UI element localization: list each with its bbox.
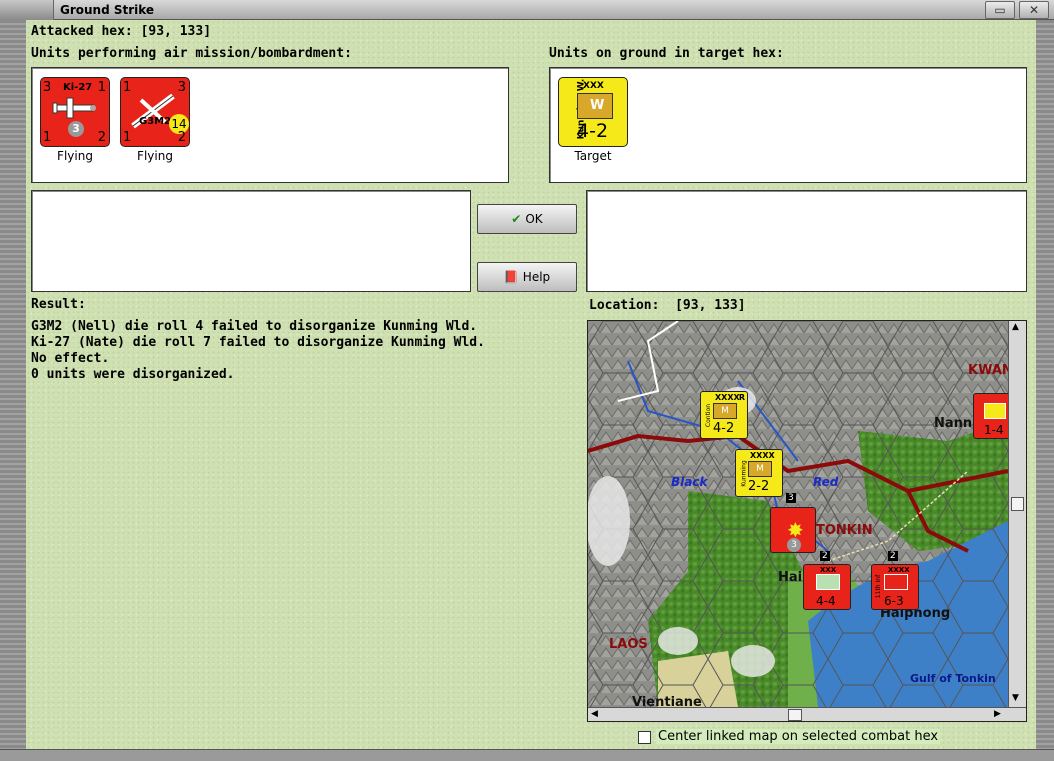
defender-details-box xyxy=(586,190,1027,292)
counter-strength: 4-2 xyxy=(577,120,609,142)
ok-label: OK xyxy=(525,212,543,226)
map-label-black-river: Black xyxy=(671,475,708,489)
ground-unit-counter-kunming[interactable]: Kunming W. XXX W 4-2 xyxy=(558,77,628,147)
counter-unit-name: G3M2 xyxy=(139,116,172,127)
close-icon: ✕ xyxy=(1028,3,1040,17)
minimize-icon: ▭ xyxy=(994,3,1006,17)
scroll-down-icon: ▼ xyxy=(1012,693,1019,703)
vertical-scroll-thumb[interactable] xyxy=(1011,497,1024,511)
map-label-laos: LAOS xyxy=(609,637,648,652)
center-map-checkbox-label[interactable]: Center linked map on selected combat hex xyxy=(656,729,941,744)
minimize-button[interactable]: ▭ xyxy=(985,1,1015,19)
stack-count-badge: 2 xyxy=(888,551,898,561)
stack-count-badge: 2 xyxy=(820,551,830,561)
map-counter-name: 11th Inf xyxy=(875,574,883,599)
counter-top-right-value: 1 xyxy=(97,80,106,95)
map-counter-yellow[interactable]: XXXX R Contion M 4-2 xyxy=(700,391,748,439)
counter-bottom-left-value: 1 xyxy=(123,130,132,145)
map-counter-red[interactable]: 1-4 xyxy=(973,393,1013,439)
attacker-details-box xyxy=(31,190,471,292)
scroll-right-icon: ▶ xyxy=(994,709,1001,719)
result-line: Ki-27 (Nate) die roll 7 failed to disorg… xyxy=(31,335,485,350)
scroll-up-icon: ▲ xyxy=(1012,322,1019,332)
air-units-label: Units performing air mission/bombardment… xyxy=(31,46,352,61)
checkmark-icon: ✔ xyxy=(511,212,522,226)
window-frame-left xyxy=(0,20,26,761)
location-value: [93, 133] xyxy=(675,298,746,313)
window-frame-bottom xyxy=(0,749,1054,761)
counter-unit-size: XXX xyxy=(583,81,604,91)
counter-bottom-right-value: 2 xyxy=(97,130,106,145)
map-label-gulf-of-tonkin: Gulf of Tonkin xyxy=(910,672,996,685)
map-counter-name: Contion xyxy=(705,403,713,428)
ok-button[interactable]: ✔ OK xyxy=(477,204,577,234)
unit-symbol-icon: M xyxy=(713,403,737,419)
map-counter-strength: 4-4 xyxy=(816,594,836,608)
map-counter-red[interactable]: XXXX 11th Inf 6-3 xyxy=(871,564,919,610)
map-counter-size: XXXX xyxy=(750,451,775,460)
ground-strike-panel: Attacked hex: [93, 133] Units performing… xyxy=(26,20,1036,749)
map-counter-strength: 4-2 xyxy=(713,421,735,436)
map-horizontal-scrollbar[interactable]: ◀ ▶ xyxy=(588,707,1026,721)
linked-map[interactable]: KWAN Nann Black Red TONKIN Hai Haiphong … xyxy=(587,320,1027,722)
map-label-kwan: KWAN xyxy=(968,363,1013,378)
help-button[interactable]: 📕 Help xyxy=(477,262,577,292)
result-label: Result: xyxy=(31,297,86,312)
center-map-checkbox[interactable] xyxy=(638,731,651,744)
fighter-plane-icon xyxy=(52,97,96,119)
map-label-tonkin: TONKIN xyxy=(816,523,873,538)
map-counter-strength: 6-3 xyxy=(884,594,904,608)
step-badge: 3 xyxy=(787,538,801,552)
window-frame-right xyxy=(1036,20,1054,761)
air-unit-status: Flying xyxy=(57,149,93,163)
map-label-red-river: Red xyxy=(813,475,839,489)
unit-type: W xyxy=(590,98,605,113)
air-unit-counter-ki27[interactable]: 3 1 Ki-27 3 1 2 xyxy=(40,77,110,147)
title-bar[interactable]: Ground Strike ▭ ✕ xyxy=(0,0,1054,20)
location-label: Location: [93, 133] xyxy=(589,298,746,313)
counter-unit-name: Ki-27 xyxy=(63,82,93,93)
map-vertical-scrollbar[interactable]: ▲ ▼ xyxy=(1008,321,1026,707)
map-counter-corner: R xyxy=(738,393,745,402)
window-title: Ground Strike xyxy=(60,3,155,17)
map-counter-size: XXXX xyxy=(715,393,740,402)
step-badge: 3 xyxy=(68,121,84,137)
map-counter-size: XXXX xyxy=(888,566,910,574)
unit-symbol-icon xyxy=(816,574,840,590)
map-counter-air-unit[interactable]: ✸ 3 xyxy=(770,507,816,553)
help-label: Help xyxy=(522,270,551,284)
horizontal-scroll-thumb[interactable] xyxy=(788,709,802,721)
ground-units-label: Units on ground in target hex: xyxy=(549,46,784,61)
map-counter-size: XXX xyxy=(820,566,837,574)
unit-symbol-icon xyxy=(984,403,1006,419)
map-counter-strength: 1-4 xyxy=(984,423,1004,437)
result-line: 0 units were disorganized. xyxy=(31,367,235,382)
map-label-nann: Nann xyxy=(934,416,973,431)
map-counter-red[interactable]: XXX 4-4 xyxy=(803,564,851,610)
map-counter-name: Kunming xyxy=(740,460,748,487)
attacked-hex-value: [93, 133] xyxy=(140,24,212,39)
title-bar-grip xyxy=(0,0,54,20)
ground-units-box: Kunming W. XXX W 4-2 Target xyxy=(549,67,1027,183)
air-unit-status: Flying xyxy=(137,149,173,163)
unit-symbol-icon xyxy=(884,574,908,590)
counter-bottom-right-value: 2 xyxy=(177,130,186,145)
stack-count-badge: 3 xyxy=(786,493,796,503)
counter-bottom-left-value: 1 xyxy=(43,130,52,145)
ground-unit-status: Target xyxy=(574,149,612,163)
air-unit-counter-g3m2[interactable]: 1 3 G3M2 14 1 2 xyxy=(120,77,190,147)
close-button[interactable]: ✕ xyxy=(1019,1,1049,19)
attacked-hex-label: Attacked hex: [93, 133] xyxy=(31,24,212,39)
result-line: No effect. xyxy=(31,351,110,366)
result-line: G3M2 (Nell) die roll 4 failed to disorga… xyxy=(31,319,478,334)
map-counter-yellow[interactable]: XXXX Kunming M 2-2 xyxy=(735,449,783,497)
air-units-box: 3 1 Ki-27 3 1 2 Flying 1 3 G3M2 14 1 2 F… xyxy=(31,67,509,183)
scroll-left-icon: ◀ xyxy=(591,709,598,719)
unit-symbol-icon: M xyxy=(748,461,772,477)
map-label-hanoi: Hai xyxy=(778,570,803,585)
unit-symbol-icon: W xyxy=(577,93,613,119)
counter-top-left-value: 3 xyxy=(43,80,52,95)
help-book-icon: 📕 xyxy=(503,270,519,284)
map-counter-strength: 2-2 xyxy=(748,479,770,494)
